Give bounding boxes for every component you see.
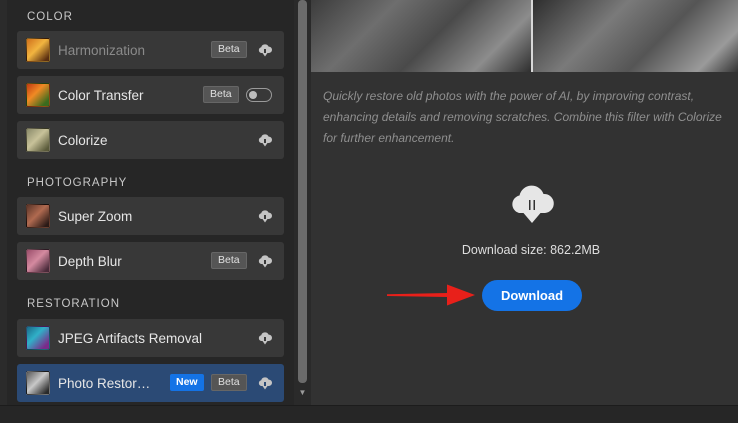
preview-before-image — [311, 0, 531, 72]
bottom-status-bar — [0, 405, 738, 423]
depth-blur-thumbnail — [26, 249, 50, 273]
beta-badge: Beta — [203, 86, 239, 103]
preview-after-image — [533, 0, 738, 72]
cloud-download-icon[interactable] — [257, 43, 273, 57]
filter-color-transfer[interactable]: Color Transfer Beta — [17, 76, 284, 114]
cloud-download-icon[interactable] — [257, 331, 273, 345]
left-frame-strip — [0, 0, 7, 405]
filter-harmonization[interactable]: Harmonization Beta — [17, 31, 284, 69]
beta-badge: Beta — [211, 252, 247, 269]
download-size-text: Download size: 862.2MB — [461, 243, 601, 257]
filter-label: Depth Blur — [58, 253, 122, 269]
new-badge: New — [170, 374, 204, 391]
beta-badge: Beta — [211, 374, 247, 391]
filter-super-zoom[interactable]: Super Zoom — [17, 197, 284, 235]
cloud-download-icon[interactable] — [257, 209, 273, 223]
cloud-download-icon[interactable] — [257, 254, 273, 268]
section-title-color: COLOR — [27, 11, 73, 23]
filter-colorize[interactable]: Colorize — [17, 121, 284, 159]
scroll-down-arrow-icon[interactable]: ▼ — [298, 388, 307, 398]
download-button[interactable]: Download — [482, 280, 582, 311]
color-transfer-toggle[interactable] — [246, 88, 272, 102]
filter-photo-restoration[interactable]: Photo Restor… New Beta — [17, 364, 284, 402]
jpeg-artifacts-thumbnail — [26, 326, 50, 350]
scrollbar-thumb[interactable] — [298, 0, 307, 383]
filter-label: Colorize — [58, 132, 108, 148]
color-transfer-thumbnail — [26, 83, 50, 107]
colorize-thumbnail — [26, 128, 50, 152]
red-arrow-icon — [387, 284, 475, 306]
filter-label: JPEG Artifacts Removal — [58, 330, 203, 346]
filter-label: Photo Restor… — [58, 375, 151, 391]
cloud-download-icon — [512, 185, 554, 223]
filter-details-pane: Quickly restore old photos with the powe… — [311, 0, 738, 405]
filter-label: Harmonization — [58, 42, 146, 58]
filter-jpeg-artifacts-removal[interactable]: JPEG Artifacts Removal — [17, 319, 284, 357]
beta-badge: Beta — [211, 41, 247, 58]
cloud-download-icon[interactable] — [257, 376, 273, 390]
section-title-restoration: RESTORATION — [27, 298, 120, 310]
filter-label: Super Zoom — [58, 208, 133, 224]
cloud-download-icon[interactable] — [257, 133, 273, 147]
neural-filters-app: COLOR Harmonization Beta Color Transfer … — [0, 0, 738, 423]
filters-scrollbar[interactable]: ▼ — [294, 0, 311, 405]
filter-description: Quickly restore old photos with the powe… — [323, 89, 722, 145]
photo-restoration-thumbnail — [26, 371, 50, 395]
super-zoom-thumbnail — [26, 204, 50, 228]
before-after-preview — [311, 0, 738, 72]
filter-depth-blur[interactable]: Depth Blur Beta — [17, 242, 284, 280]
harmonization-thumbnail — [26, 38, 50, 62]
toggle-knob — [249, 90, 257, 99]
section-title-photography: PHOTOGRAPHY — [27, 177, 128, 189]
filter-label: Color Transfer — [58, 87, 144, 103]
filters-panel: COLOR Harmonization Beta Color Transfer … — [7, 0, 294, 405]
